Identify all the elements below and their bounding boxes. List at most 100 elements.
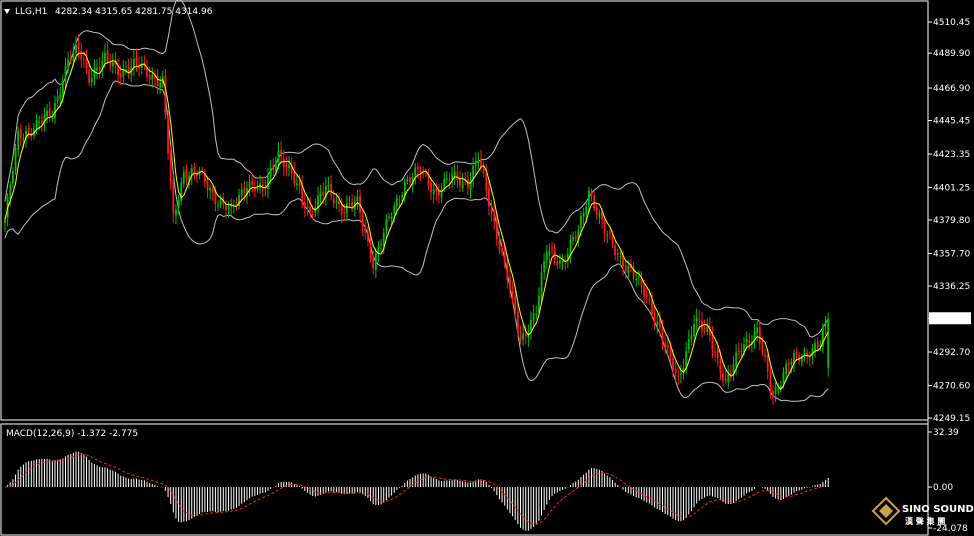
candle-bear [243, 187, 246, 194]
candle-bull [687, 338, 690, 350]
candle-bull [395, 197, 398, 207]
candle-bull [393, 205, 396, 215]
candle-bear [603, 219, 606, 234]
candle-bear [330, 183, 333, 197]
candle-bull [453, 171, 456, 176]
candle-bear [498, 241, 501, 251]
ohlc-readout: 4282.34 4315.65 4281.75 4314.96 [55, 7, 213, 17]
candle-bear [674, 368, 677, 374]
candle-bear [495, 220, 498, 240]
candle-bull [777, 388, 780, 390]
candle-bull [51, 117, 54, 119]
candle-bull [269, 168, 272, 177]
candle-bull [561, 260, 564, 262]
candle-bull [690, 335, 693, 340]
candle-bull [64, 65, 67, 82]
candle-bear [490, 208, 493, 213]
candle-bear [524, 333, 527, 336]
candle-bear [201, 169, 204, 171]
candle-bull [432, 189, 435, 195]
candle-bear [398, 198, 401, 200]
candle-bull [477, 160, 480, 163]
triangle-down-icon[interactable] [4, 9, 10, 14]
candle-bear [40, 120, 43, 124]
candle-bear [309, 206, 311, 213]
candle-bear [551, 249, 553, 251]
candle-bear [185, 169, 188, 179]
candle-bull [606, 234, 609, 236]
candle-bear [514, 294, 517, 313]
candle-bear [409, 177, 411, 183]
candle-bear [806, 352, 809, 356]
candle-bull [38, 121, 41, 123]
candle-bull [14, 147, 17, 171]
candle-bear [361, 215, 364, 228]
candle-bear [519, 334, 522, 341]
candle-bull [319, 193, 322, 197]
macd-panel-frame [0, 423, 929, 536]
candle-bull [9, 184, 12, 199]
candle-bear [169, 152, 172, 182]
candle-bull [11, 170, 14, 184]
candle-bear [501, 247, 503, 253]
candle-bear [609, 232, 611, 234]
candle-bear [206, 179, 209, 190]
candle-bear [748, 340, 751, 344]
candle-bull [543, 261, 546, 273]
candle-bull [380, 244, 382, 246]
candle-bull [240, 189, 243, 196]
candle-bear [703, 328, 706, 330]
candle-bull [445, 178, 448, 180]
candle-bear [509, 277, 511, 289]
candle-bear [761, 343, 764, 353]
candle-bull [559, 260, 561, 264]
candle-bull [56, 96, 59, 101]
candle-bear [511, 290, 514, 296]
candle-bear [556, 261, 559, 266]
chart-canvas: 4510.45 4489.90 4466.90 4445.45 4423.35 4401.… [0, 0, 974, 536]
candle-bull [735, 352, 738, 367]
candle-bear [172, 180, 175, 214]
price-tick-label: 4270.60 [933, 381, 970, 391]
candle-bear [119, 73, 122, 77]
price-tick-label: 4379.80 [933, 216, 970, 226]
candle-bull [472, 166, 475, 179]
candle-bull [159, 82, 162, 88]
candle-bear [729, 373, 732, 375]
price-tick-label: 4423.35 [933, 150, 970, 160]
candle-bear [117, 67, 119, 76]
candle-bear [164, 75, 167, 116]
candle-bear [488, 188, 490, 207]
candle-bear [272, 166, 275, 170]
candle-bear [364, 225, 367, 233]
candle-bear [485, 173, 488, 191]
candle-bull [727, 373, 730, 383]
candle-bear [795, 350, 798, 355]
candle-bull [582, 212, 585, 217]
candle-bear [211, 189, 214, 193]
candle-bear [766, 355, 769, 372]
candle-bull [104, 52, 106, 62]
candlestick-series[interactable] [4, 34, 830, 406]
candle-bull [627, 265, 630, 274]
candle-bear [306, 206, 309, 208]
candle-bear [235, 203, 238, 206]
candle-bear [624, 265, 627, 271]
candle-bear [459, 178, 461, 186]
macd-label: MACD(12,26,9) -1.372 -2.775 [6, 429, 138, 439]
candle-bull [824, 321, 827, 327]
candle-bull [22, 138, 25, 140]
current-price-label: 4314.96 [933, 314, 970, 324]
candle-bear [595, 206, 598, 215]
candle-bear [83, 59, 85, 61]
candle-bear [669, 349, 672, 358]
candle-bear [430, 183, 432, 193]
candle-bull [790, 361, 793, 365]
candle-bear [311, 214, 314, 216]
main-chart-frame [0, 0, 929, 421]
candle-bull [17, 130, 20, 150]
price-tick-label: 4445.45 [933, 117, 970, 127]
candle-bear [724, 378, 727, 381]
candle-bear [645, 294, 648, 297]
candle-bear [435, 188, 438, 192]
